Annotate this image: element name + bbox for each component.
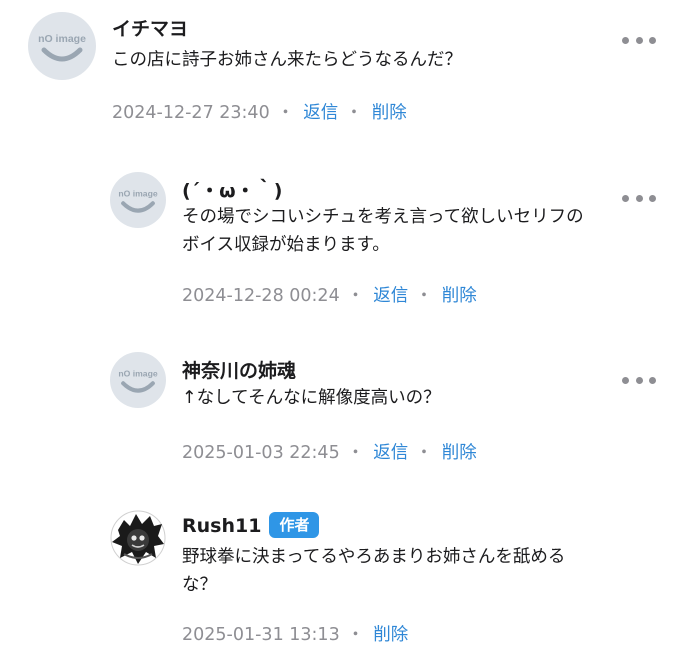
no-image-icon: nO image [38, 33, 86, 62]
delete-button[interactable]: 削除 [372, 103, 407, 123]
timestamp: 2024-12-27 23:40 [112, 103, 270, 123]
delete-button[interactable]: 削除 [373, 625, 408, 645]
comment-text: この店に詩子お姉さん来たらどうなるんだ？ [112, 50, 462, 70]
author-name-text: Rush11 [182, 515, 262, 537]
author-badge: 作者 [269, 512, 320, 538]
svg-text:nO image: nO image [118, 369, 158, 379]
author-name[interactable]: イチマヨ [112, 14, 188, 41]
no-image-icon: nO image [118, 369, 158, 393]
no-image-avatar[interactable]: nO image [28, 12, 96, 80]
comment-meta: 2025-01-03 22:45 ・返信・削除 [182, 439, 477, 464]
timestamp: 2025-01-03 22:45 [182, 443, 340, 463]
comment-text: その場でシコいシチュを考え言って欲しいセリフのボイス収録が始まります。 [182, 207, 584, 255]
reply-button[interactable]: 返信 [303, 103, 338, 123]
separator: ・ [415, 286, 433, 306]
author-name[interactable]: 神奈川の姉魂 [182, 356, 296, 383]
author-name[interactable]: Rush11 作者 [182, 512, 320, 538]
timestamp: 2025-01-31 13:13 [182, 625, 340, 645]
separator: ・ [346, 443, 365, 463]
author-name[interactable]: (´・ω・｀) [182, 176, 282, 203]
more-icon[interactable] [622, 370, 656, 390]
separator: ・ [415, 443, 433, 463]
comment-text: 野球拳に決まってるやろあまりお姉さんを舐めるな？ [182, 547, 566, 595]
no-image-icon: nO image [118, 189, 158, 213]
no-image-avatar[interactable]: nO image [110, 352, 166, 408]
separator: ・ [346, 625, 365, 645]
reply-button[interactable]: 返信 [373, 286, 408, 306]
reply-button[interactable]: 返信 [373, 443, 408, 463]
comment-meta: 2025-01-31 13:13 ・削除 [182, 621, 408, 646]
timestamp: 2024-12-28 00:24 [182, 286, 340, 306]
comment-text: ↑なしてそんなに解像度高いの？ [182, 388, 441, 408]
comment-meta: 2024-12-28 00:24 ・返信・削除 [182, 282, 477, 307]
separator: ・ [345, 103, 363, 123]
more-icon[interactable] [622, 30, 656, 50]
comment-meta: 2024-12-27 23:40 ・返信・削除 [112, 99, 407, 124]
more-icon[interactable] [622, 188, 656, 208]
svg-text:nO image: nO image [38, 33, 86, 45]
separator: ・ [276, 103, 295, 123]
no-image-avatar[interactable]: nO image [110, 172, 166, 228]
author-avatar[interactable] [110, 510, 166, 566]
delete-button[interactable]: 削除 [442, 286, 477, 306]
separator: ・ [346, 286, 365, 306]
character-avatar-icon [110, 510, 166, 566]
svg-text:nO image: nO image [118, 189, 158, 199]
delete-button[interactable]: 削除 [442, 443, 477, 463]
